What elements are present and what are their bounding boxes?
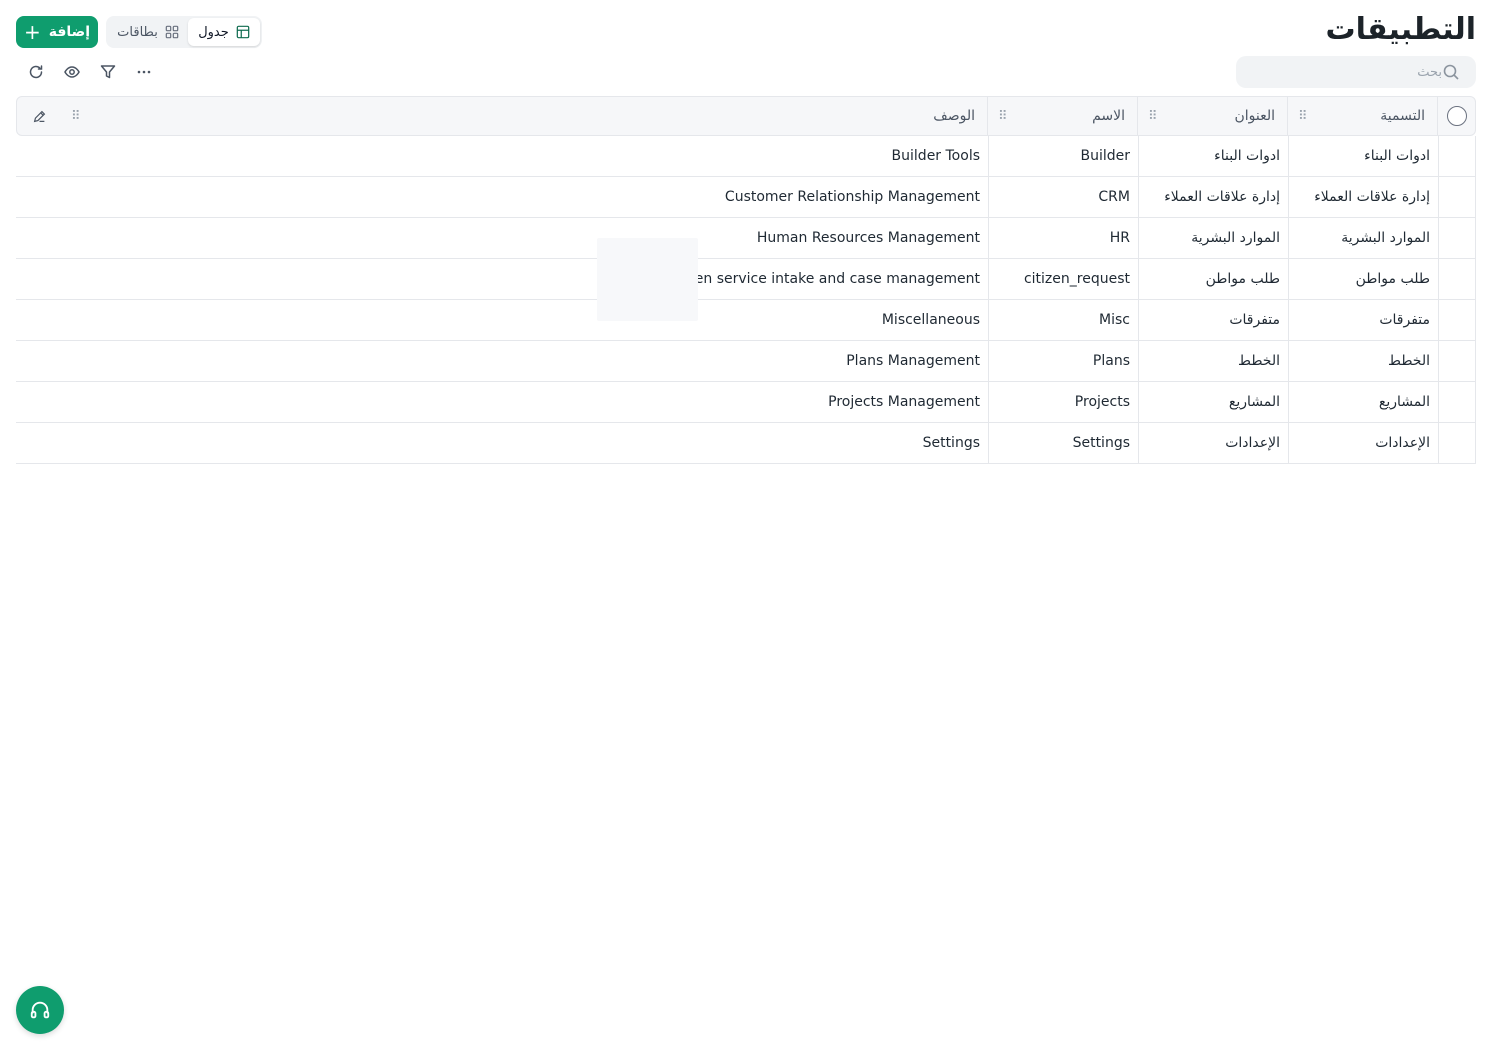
table-row[interactable]: ادوات البناء ادوات البناء Builder Builde…	[16, 136, 1476, 177]
table-header: التسمية ⠿ العنوان ⠿ الاسم ⠿ الوصف ⠿	[16, 96, 1476, 136]
cell-name: Plans	[988, 341, 1138, 381]
loading-placeholder	[597, 238, 698, 321]
row-select-cell[interactable]	[1438, 382, 1476, 422]
cell-label: ادوات البناء	[1288, 136, 1438, 176]
row-select-cell[interactable]	[1438, 423, 1476, 463]
table-row[interactable]: الموارد البشرية الموارد البشرية HR Human…	[16, 218, 1476, 259]
cell-description: Plans Management	[846, 353, 980, 369]
eye-icon[interactable]	[54, 58, 90, 86]
cell-title: الإعدادات	[1138, 423, 1288, 463]
cell-name: Projects	[988, 382, 1138, 422]
cell-description: Citizen service intake and case manageme…	[664, 271, 980, 287]
table-row[interactable]: طلب مواطن طلب مواطن citizen_request Citi…	[16, 259, 1476, 300]
cell-name: Misc	[988, 300, 1138, 340]
select-all-cell	[1437, 97, 1475, 135]
table-icon	[236, 25, 250, 39]
column-title-text: العنوان	[1234, 108, 1275, 124]
cell-title: إدارة علاقات العملاء	[1138, 177, 1288, 217]
table-row[interactable]: الخطط الخطط Plans Plans Management	[16, 341, 1476, 382]
toolbar	[18, 58, 162, 86]
edit-columns-cell	[17, 97, 61, 135]
table-row[interactable]: الإعدادات الإعدادات Settings Settings	[16, 423, 1476, 464]
view-toggle: جدول بطاقات	[106, 16, 262, 48]
cards-view-label: بطاقات	[117, 24, 158, 40]
headset-icon	[30, 1001, 50, 1019]
cell-label: الموارد البشرية	[1288, 218, 1438, 258]
row-select-cell[interactable]	[1438, 259, 1476, 299]
cell-label: الإعدادات	[1288, 423, 1438, 463]
table-row[interactable]: إدارة علاقات العملاء إدارة علاقات العملا…	[16, 177, 1476, 218]
row-select-cell[interactable]	[1438, 177, 1476, 217]
cell-label: إدارة علاقات العملاء	[1288, 177, 1438, 217]
cell-title: متفرقات	[1138, 300, 1288, 340]
cell-description: Projects Management	[828, 394, 980, 410]
cell-name: Builder	[988, 136, 1138, 176]
cell-label: المشاريع	[1288, 382, 1438, 422]
cell-title: ادوات البناء	[1138, 136, 1288, 176]
column-name-text: الاسم	[1092, 108, 1125, 124]
drag-handle-icon[interactable]: ⠿	[1148, 109, 1157, 124]
drag-handle-icon[interactable]: ⠿	[1298, 109, 1307, 124]
table-row[interactable]: متفرقات متفرقات Misc Miscellaneous	[16, 300, 1476, 341]
column-header-description[interactable]: الوصف ⠿	[61, 97, 987, 135]
cell-name: HR	[988, 218, 1138, 258]
column-header-title[interactable]: العنوان ⠿	[1137, 97, 1287, 135]
row-select-cell[interactable]	[1438, 300, 1476, 340]
plus-icon: +	[24, 20, 41, 44]
cell-title: المشاريع	[1138, 382, 1288, 422]
table-row[interactable]: المشاريع المشاريع Projects Projects Mana…	[16, 382, 1476, 423]
column-label-text: التسمية	[1380, 108, 1425, 124]
page-title: التطبيقات	[1325, 12, 1476, 47]
cell-title: طلب مواطن	[1138, 259, 1288, 299]
cell-label: متفرقات	[1288, 300, 1438, 340]
cell-name: Settings	[988, 423, 1138, 463]
cell-name: citizen_request	[988, 259, 1138, 299]
drag-handle-icon[interactable]: ⠿	[998, 109, 1007, 124]
cell-label: الخطط	[1288, 341, 1438, 381]
cards-view-button[interactable]: بطاقات	[108, 18, 188, 46]
cell-description: Customer Relationship Management	[724, 189, 980, 205]
cell-name: CRM	[988, 177, 1138, 217]
drag-handle-icon[interactable]: ⠿	[71, 109, 80, 124]
filter-icon[interactable]	[90, 58, 126, 86]
table-view-label: جدول	[198, 24, 229, 40]
select-all-checkbox[interactable]	[1446, 106, 1467, 126]
support-button[interactable]	[16, 986, 64, 1034]
column-header-label[interactable]: التسمية ⠿	[1287, 97, 1437, 135]
grid-icon	[165, 25, 179, 39]
cell-title: الخطط	[1138, 341, 1288, 381]
table-body: ادوات البناء ادوات البناء Builder Builde…	[16, 136, 1476, 464]
column-description-text: الوصف	[933, 108, 975, 124]
apps-table: التسمية ⠿ العنوان ⠿ الاسم ⠿ الوصف ⠿ ادوا…	[16, 96, 1476, 464]
table-view-button[interactable]: جدول	[188, 18, 260, 46]
add-button[interactable]: إضافة +	[16, 16, 98, 48]
refresh-icon[interactable]	[18, 58, 54, 86]
cell-description: Settings	[922, 435, 980, 451]
cell-description: Builder Tools	[891, 148, 980, 164]
add-button-label: إضافة	[48, 24, 91, 40]
search-box	[1236, 56, 1476, 88]
cell-label: طلب مواطن	[1288, 259, 1438, 299]
column-header-name[interactable]: الاسم ⠿	[987, 97, 1137, 135]
search-icon	[1443, 64, 1459, 80]
search-input[interactable]	[1246, 64, 1442, 80]
cell-title: الموارد البشرية	[1138, 218, 1288, 258]
row-select-cell[interactable]	[1438, 136, 1476, 176]
cell-description: Human Resources Management	[756, 230, 980, 246]
row-select-cell[interactable]	[1438, 341, 1476, 381]
cell-description: Miscellaneous	[881, 312, 980, 328]
edit-icon[interactable]	[33, 110, 46, 123]
row-select-cell[interactable]	[1438, 218, 1476, 258]
more-icon[interactable]	[126, 58, 162, 86]
